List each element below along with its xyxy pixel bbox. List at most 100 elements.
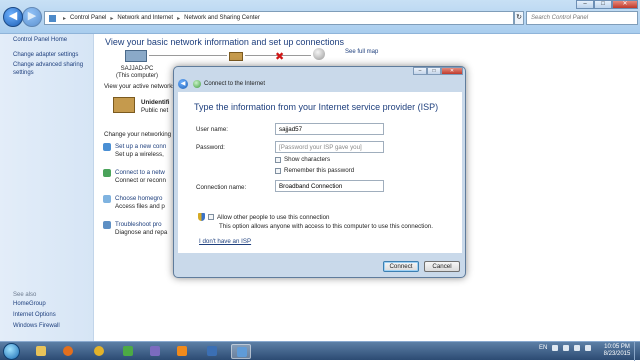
minimize-icon[interactable]: – [576, 0, 594, 9]
show-hidden-icons-icon[interactable] [552, 345, 559, 351]
close-icon[interactable]: ✕ [441, 67, 463, 75]
see-also-header: See also [13, 292, 37, 298]
volume-icon[interactable] [585, 345, 592, 351]
show-characters-checkbox[interactable] [275, 156, 281, 163]
network-icon[interactable] [574, 345, 581, 351]
firefox-icon[interactable] [58, 344, 78, 359]
task-connect-network: Connect to a netw Connect or reconn [103, 169, 175, 185]
connect-to-internet-dialog: – □ ✕ ◀ Connect to the Internet Type the… [173, 66, 466, 278]
back-arrow-icon[interactable]: ◀ [3, 7, 23, 27]
internet-options-link[interactable]: Internet Options [13, 311, 60, 319]
password-field[interactable] [275, 141, 384, 153]
change-settings-header: Change your networking se [104, 131, 180, 138]
computer-name: SAJJAD-PC (This computer) [115, 66, 159, 80]
breadcrumb-item[interactable]: Network and Sharing Center [184, 15, 260, 21]
connect-network-icon [103, 169, 111, 177]
virtualbox-icon[interactable] [145, 344, 165, 359]
system-tray: EN [539, 345, 592, 351]
start-button-icon[interactable] [3, 343, 20, 360]
allow-others-checkbox[interactable] [208, 214, 214, 220]
dialog-heading: Type the information from your Internet … [194, 102, 439, 112]
control-panel-taskbar-icon[interactable] [231, 344, 251, 359]
close-icon[interactable]: ✕ [612, 0, 638, 9]
public-network-icon [113, 97, 135, 113]
see-full-map-link[interactable]: See full map [345, 49, 378, 55]
dialog-title: Connect to the Internet [204, 81, 266, 87]
explorer-folder-icon[interactable] [31, 344, 51, 359]
allow-others-description: This option allows anyone with access to… [219, 223, 433, 230]
clock-time: 10:05 PM [604, 344, 630, 350]
maximize-icon[interactable]: □ [427, 67, 441, 75]
remember-password-option[interactable]: Remember this password [275, 167, 354, 174]
refresh-icon[interactable]: ↻ [514, 11, 524, 25]
disconnected-x-icon: ✖ [275, 51, 285, 63]
task-troubleshoot: Troubleshoot pro Diagnose and repa [103, 221, 175, 237]
change-advanced-sharing-link[interactable]: Change advanced sharing settings [13, 61, 89, 77]
connection-name-field[interactable] [275, 180, 384, 192]
utorrent-icon[interactable] [118, 344, 138, 359]
remember-password-label: Remember this password [284, 167, 355, 174]
maximize-icon[interactable]: □ [594, 0, 612, 9]
crumb-separator: ▸ [110, 15, 114, 22]
troubleshoot-link[interactable]: Troubleshoot pro [115, 221, 175, 229]
search-input[interactable]: Search Control Panel [526, 11, 638, 25]
task-description: Connect or reconn [115, 177, 166, 184]
show-desktop-button[interactable] [634, 342, 640, 361]
connect-network-link[interactable]: Connect to a netw [115, 169, 175, 177]
show-characters-option[interactable]: Show characters [275, 156, 330, 163]
left-nav-pane: Control Panel Home Change adapter settin… [0, 34, 94, 341]
taskbar: EN 10:05 PM 8/23/2015 [0, 341, 640, 361]
password-label: Password: [196, 144, 225, 151]
chrome-icon[interactable] [89, 344, 109, 359]
minimize-icon[interactable]: – [413, 67, 427, 75]
network-bench-icon [229, 52, 243, 61]
connection-name-label: Connection name: [196, 184, 247, 191]
breadcrumb-item[interactable]: Control Panel [70, 15, 106, 21]
page-title: View your basic network information and … [105, 37, 344, 47]
breadcrumb-item[interactable]: Network and Internet [117, 15, 173, 21]
remember-password-checkbox[interactable] [275, 167, 281, 174]
uac-shield-icon [198, 213, 205, 221]
connect-button[interactable]: Connect [383, 261, 419, 272]
clock-date: 8/23/2015 [603, 351, 631, 357]
computer-name-text: SAJJAD-PC [120, 66, 154, 72]
internet-globe-icon [313, 48, 325, 60]
control-panel-home-link[interactable]: Control Panel Home [13, 36, 93, 44]
address-bar-area: ◀ ▶ ▸ Control Panel ▸ Network and Intern… [0, 0, 640, 34]
choose-homegroup-link[interactable]: Choose homegro [115, 195, 175, 203]
media-player-icon[interactable] [202, 344, 222, 359]
new-connection-icon [103, 143, 111, 151]
task-description: Set up a wireless, [115, 151, 164, 158]
allow-others-option[interactable]: Allow other people to use this connectio… [198, 213, 329, 221]
active-networks-header: View your active networks [104, 83, 176, 90]
dialog-window-controls: – □ ✕ [413, 67, 463, 75]
wizard-globe-icon [193, 80, 201, 88]
map-line [149, 55, 227, 56]
active-network-type[interactable]: Public net [141, 107, 168, 114]
allow-others-label: Allow other people to use this connectio… [217, 213, 330, 221]
dialog-body: Type the information from your Internet … [178, 92, 462, 253]
control-panel-icon [49, 14, 56, 22]
flag-icon[interactable] [563, 345, 570, 351]
breadcrumb[interactable]: ▸ Control Panel ▸ Network and Internet ▸… [44, 11, 514, 25]
clock[interactable]: 10:05 PM 8/23/2015 [602, 344, 632, 358]
see-also-section: See also HomeGroup Internet Options Wind… [13, 292, 60, 333]
crumb-separator: ▸ [63, 15, 67, 22]
windows-firewall-link[interactable]: Windows Firewall [13, 322, 60, 330]
user-name-label: User name: [196, 126, 228, 133]
back-arrow-icon[interactable]: ◀ [178, 79, 188, 89]
computer-sub-text: (This computer) [115, 73, 158, 79]
troubleshoot-icon [103, 221, 111, 229]
setup-connection-link[interactable]: Set up a new conn [115, 143, 175, 151]
vlc-icon[interactable] [172, 344, 192, 359]
no-isp-link[interactable]: I don't have an ISP [199, 238, 251, 245]
homegroup-icon [103, 195, 111, 203]
language-indicator[interactable]: EN [539, 345, 547, 351]
homegroup-link[interactable]: HomeGroup [13, 300, 60, 308]
show-characters-label: Show characters [284, 156, 331, 163]
user-name-field[interactable] [275, 123, 384, 135]
change-adapter-settings-link[interactable]: Change adapter settings [13, 51, 93, 59]
forward-arrow-icon[interactable]: ▶ [22, 7, 42, 27]
dialog-header: ◀ Connect to the Internet [178, 77, 462, 91]
cancel-button[interactable]: Cancel [424, 261, 460, 272]
